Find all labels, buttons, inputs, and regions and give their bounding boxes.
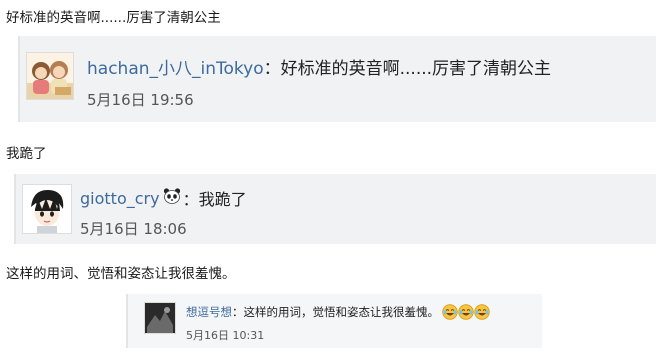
quoted-comment: hachan_小八_inTokyo ： 好标准的英音啊......厉害了清朝公主… xyxy=(18,36,656,122)
comment-timestamp: 5月16日 19:56 xyxy=(87,91,194,109)
avatar-anime-boy-icon xyxy=(31,189,64,233)
comment-username[interactable]: hachan_小八_inTokyo xyxy=(87,54,264,79)
comment-text: 好标准的英音啊......厉害了清朝公主 xyxy=(280,59,552,79)
avatar[interactable] xyxy=(144,302,176,334)
quoted-comment: 想逗号想 ： 这样的用词，觉悟和姿态让我很羞愧。 5月16日 10:31 xyxy=(126,294,542,348)
comment-colon: ： xyxy=(182,190,199,209)
comment-text: 这样的用词，觉悟和姿态让我很羞愧。 xyxy=(243,305,440,319)
quoted-comment: giotto_cry ： 我跪了 5月16日 18:06 xyxy=(14,174,656,244)
comment-timestamp: 5月16日 10:31 xyxy=(186,329,265,342)
laugh-cry-emoji-icon xyxy=(474,304,490,320)
laugh-cry-emoji-icon xyxy=(442,304,458,320)
post-text: 我跪了 xyxy=(6,146,47,162)
avatar-illustration-icon xyxy=(27,61,73,99)
comment-colon: ： xyxy=(232,305,244,319)
avatar-dark-photo-icon xyxy=(145,303,175,333)
post-text: 好标准的英音啊......厉害了清朝公主 xyxy=(6,10,221,26)
post-text: 这样的用词、觉悟和姿态让我很羞愧。 xyxy=(6,266,236,282)
comment-colon: ： xyxy=(263,59,281,79)
comment-text: 我跪了 xyxy=(198,190,247,209)
comment-timestamp: 5月16日 18:06 xyxy=(80,220,187,238)
avatar[interactable] xyxy=(26,52,74,100)
laugh-cry-emoji-icon xyxy=(458,304,474,320)
comment-username[interactable]: 想逗号想 xyxy=(186,304,232,320)
panda-emoji-icon xyxy=(163,188,181,208)
comment-username[interactable]: giotto_cry xyxy=(80,189,160,208)
avatar[interactable] xyxy=(22,184,72,234)
